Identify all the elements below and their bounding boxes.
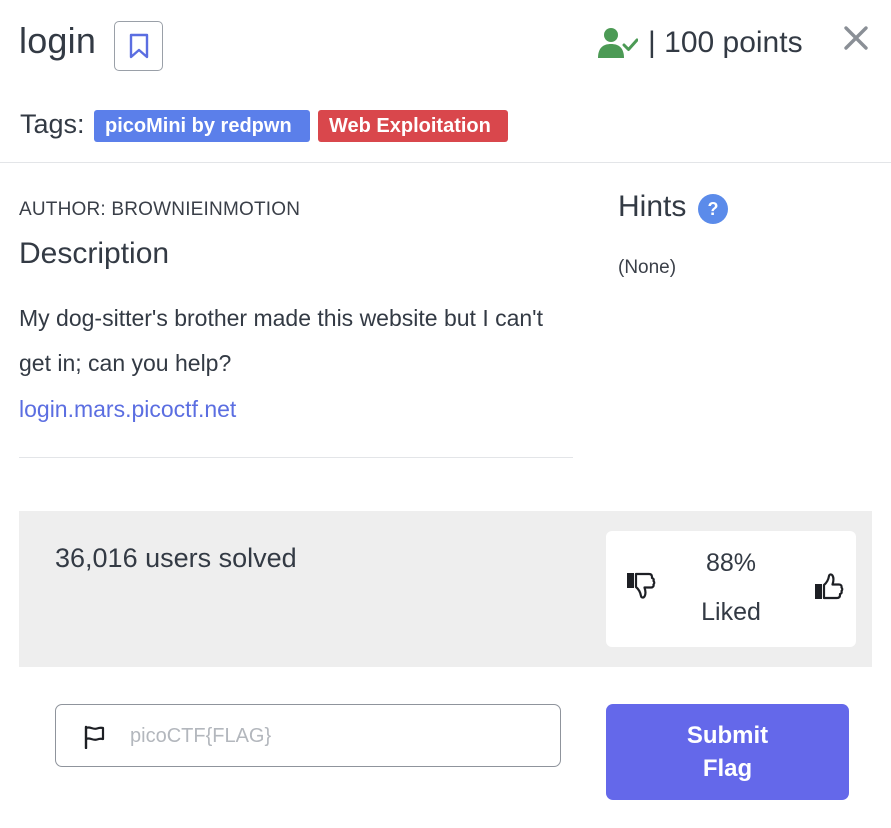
challenge-title: login (19, 20, 97, 61)
close-icon[interactable] (842, 24, 870, 52)
tags-label: Tags: (20, 109, 85, 139)
liked-label: Liked (701, 598, 761, 626)
author-label: AUTHOR: BROWNIEINMOTION (19, 199, 301, 220)
header-divider (0, 162, 891, 163)
like-card: 88% Liked (606, 531, 856, 647)
thumb-up-icon[interactable] (814, 571, 844, 601)
hints-content: (None) (618, 257, 677, 278)
stats-panel: 36,016 users solved 88% Liked (19, 511, 872, 667)
user-check-icon (598, 28, 638, 58)
tag-picomini[interactable]: picoMini by redpwn (94, 110, 310, 142)
flag-input[interactable] (130, 717, 550, 755)
challenge-link[interactable]: login.mars.picoctf.net (19, 387, 236, 432)
tag-web-exploitation[interactable]: Web Exploitation (318, 110, 508, 142)
help-circle-icon[interactable]: ? (698, 194, 728, 224)
flag-input-container[interactable] (55, 704, 561, 767)
description-text: My dog-sitter's brother made this websit… (19, 305, 543, 376)
bookmark-button[interactable] (114, 21, 163, 71)
flag-icon (84, 725, 105, 749)
submit-flag-button[interactable]: Submit Flag (606, 704, 849, 800)
points-label: | 100 points (648, 26, 803, 59)
submit-flag-label: Submit Flag (686, 722, 769, 782)
bookmark-icon (129, 33, 148, 59)
solved-count: 36,016 users solved (55, 543, 297, 573)
hints-heading: Hints (618, 190, 687, 223)
description-divider (19, 457, 573, 458)
description-heading: Description (19, 237, 170, 270)
